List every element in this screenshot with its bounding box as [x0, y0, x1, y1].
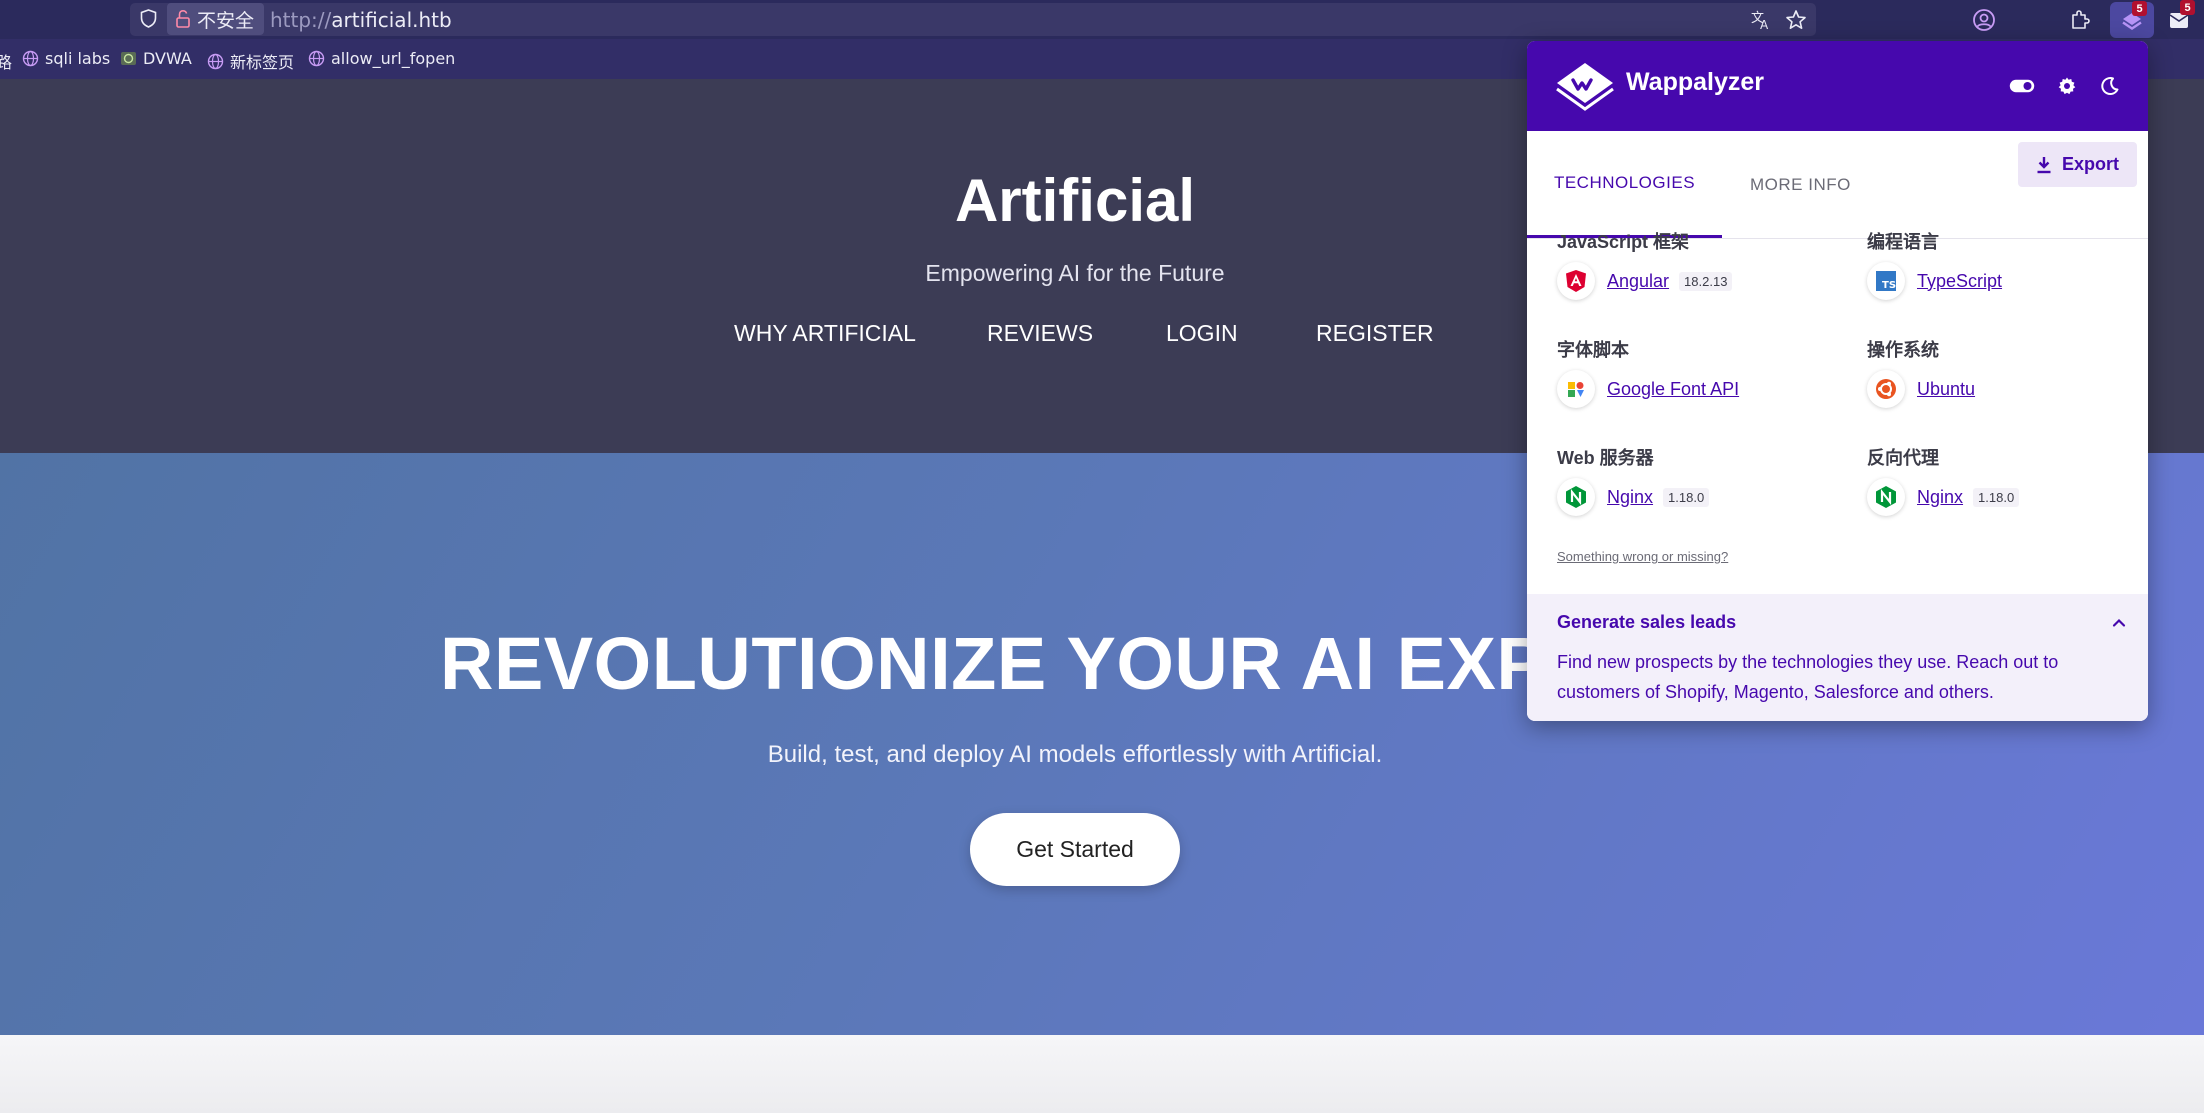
leads-title[interactable]: Generate sales leads [1557, 612, 1736, 633]
ubuntu-icon [1867, 370, 1905, 408]
tech-link[interactable]: Ubuntu [1917, 379, 1975, 400]
sales-leads-panel: Generate sales leads Find new prospects … [1527, 594, 2148, 721]
export-label: Export [2061, 154, 2119, 174]
url-host: artificial.htb [331, 8, 452, 32]
wappalyzer-logo-icon [1556, 63, 1614, 111]
insecure-label: 不安全 [197, 9, 255, 32]
broken-lock-icon [176, 9, 190, 28]
extension-count-badge: 5 [2132, 1, 2147, 16]
angular-icon [1557, 262, 1595, 300]
nav-reviews[interactable]: REVIEWS [987, 320, 1093, 347]
tech-item-angular: Angular 18.2.13 [1557, 262, 1733, 300]
toggle-icon[interactable] [2008, 72, 2036, 100]
google-font-icon [1557, 370, 1595, 408]
wappalyzer-popup: Wappalyzer TECHNOLOGIES MORE INFO Export… [1527, 41, 2148, 721]
bookmark-label: allow_url_fopen [331, 49, 456, 68]
bookmark-dvwa[interactable]: DVWA [120, 49, 192, 68]
tech-link[interactable]: TypeScript [1917, 271, 2002, 292]
nav-login[interactable]: LOGIN [1166, 320, 1238, 347]
tech-version: 1.18.0 [1973, 487, 2020, 507]
tab-more-info[interactable]: MORE INFO [1750, 131, 1851, 238]
mail-extension-icon[interactable]: 5 [2166, 0, 2195, 33]
tech-version: 1.18.0 [1663, 487, 1710, 507]
dvwa-icon [121, 52, 136, 65]
category-title: 操作系统 [1867, 340, 1939, 360]
wappalyzer-title: Wappalyzer [1626, 68, 1765, 96]
wappalyzer-header: Wappalyzer [1527, 41, 2148, 131]
tech-link[interactable]: Angular [1607, 271, 1669, 292]
bookmark-truncated[interactable]: 路 [0, 49, 12, 73]
leads-text: Find new prospects by the technologies t… [1557, 652, 2059, 702]
export-button[interactable]: Export [2018, 142, 2137, 187]
chevron-up-icon[interactable] [2110, 614, 2128, 632]
mail-count-badge: 5 [2180, 0, 2195, 15]
wappalyzer-extension-button[interactable]: 5 [2110, 1, 2154, 38]
dark-mode-moon-icon[interactable] [2096, 72, 2124, 100]
globe-icon [308, 50, 325, 67]
tech-item-nginx: Nginx 1.18.0 [1557, 478, 1710, 516]
extensions-puzzle-icon[interactable] [2067, 7, 2093, 33]
svg-text:TS: TS [1882, 280, 1896, 291]
next-section [0, 1035, 2204, 1113]
svg-text:A: A [1760, 18, 1769, 31]
something-wrong-link[interactable]: Something wrong or missing? [1557, 549, 1728, 564]
nginx-icon [1867, 478, 1905, 516]
tech-version: 18.2.13 [1679, 271, 1733, 291]
hero-subtitle: Build, test, and deploy AI models effort… [767, 741, 1383, 768]
profile-icon[interactable] [1971, 7, 1997, 33]
url-text[interactable]: http://artificial.htb [270, 8, 452, 32]
tech-item-nginx-proxy: Nginx 1.18.0 [1867, 478, 2020, 516]
bookmark-label: sqli labs [45, 49, 111, 68]
nginx-icon [1557, 478, 1595, 516]
bookmark-label: 新标签页 [230, 53, 295, 72]
nav-register[interactable]: REGISTER [1316, 320, 1434, 347]
category-title: 反向代理 [1867, 448, 1939, 468]
get-started-button[interactable]: Get Started [970, 813, 1180, 886]
bookmark-label: DVWA [143, 49, 192, 68]
shield-icon[interactable] [140, 9, 157, 28]
category-title: JavaScript 框架 [1557, 232, 1690, 252]
bookmark-new-tab[interactable]: 新标签页 [207, 49, 294, 73]
url-scheme: http:// [270, 8, 332, 32]
hero-title: REVOLUTIONIZE YOUR AI EXPERI [440, 622, 1672, 705]
tech-item-google-font-api: Google Font API [1557, 370, 1739, 408]
nav-why-artificial[interactable]: WHY ARTIFICIAL [734, 320, 916, 347]
settings-gear-icon[interactable] [2053, 72, 2081, 100]
category-title: 字体脚本 [1557, 340, 1629, 360]
tech-item-typescript: TS TypeScript [1867, 262, 2002, 300]
typescript-icon: TS [1867, 262, 1905, 300]
tech-link[interactable]: Nginx [1917, 487, 1963, 508]
category-title: 编程语言 [1867, 232, 1939, 252]
browser-toolbar: 不安全 http://artificial.htb 文A 5 5 [0, 0, 2204, 39]
tab-technologies[interactable]: TECHNOLOGIES [1527, 131, 1722, 238]
tech-item-ubuntu: Ubuntu [1867, 370, 1975, 408]
download-icon [2037, 156, 2051, 173]
bookmark-sqli-labs[interactable]: sqli labs [22, 49, 110, 68]
category-title: Web 服务器 [1557, 448, 1654, 468]
bookmark-allow-url-fopen[interactable]: allow_url_fopen [308, 49, 455, 68]
globe-icon [22, 50, 39, 67]
insecure-indicator[interactable]: 不安全 [167, 3, 265, 35]
wappalyzer-tabs: TECHNOLOGIES MORE INFO Export [1527, 131, 2148, 239]
tech-link[interactable]: Google Font API [1607, 379, 1739, 400]
globe-icon [207, 53, 224, 69]
bookmark-star-icon[interactable] [1783, 7, 1809, 33]
translate-icon[interactable]: 文A [1748, 7, 1774, 33]
tech-link[interactable]: Nginx [1607, 487, 1653, 508]
